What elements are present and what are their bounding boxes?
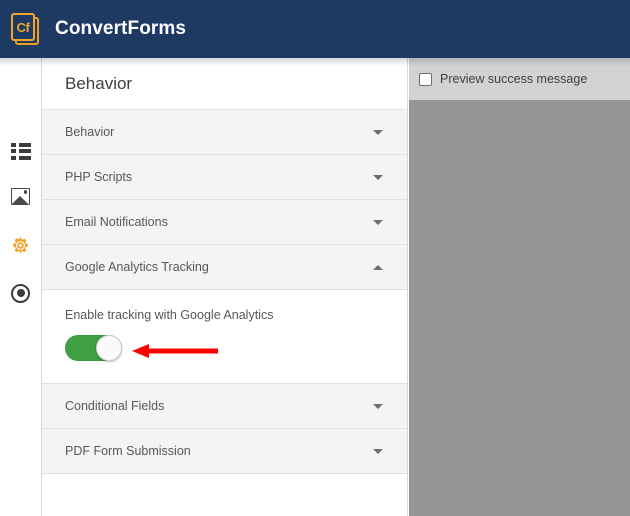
gear-icon bbox=[13, 236, 28, 254]
preview-pane: Preview success message bbox=[409, 58, 630, 516]
settings-panel: Behavior Behavior PHP Scripts Email Noti… bbox=[42, 58, 408, 516]
app-header: Cf ConvertForms bbox=[0, 0, 630, 58]
convertforms-logo-icon[interactable]: Cf bbox=[11, 13, 39, 45]
panel-footer-space bbox=[42, 474, 407, 514]
image-icon bbox=[11, 187, 30, 205]
preview-success-message-label: Preview success message bbox=[440, 72, 588, 86]
preview-success-message-checkbox[interactable] bbox=[419, 72, 432, 86]
accordion-header-pdf-form-submission[interactable]: PDF Form Submission bbox=[42, 429, 407, 474]
list-icon bbox=[10, 142, 31, 160]
accordion-header-google-analytics-tracking[interactable]: Google Analytics Tracking bbox=[42, 245, 407, 290]
accordion-header-conditional-fields[interactable]: Conditional Fields bbox=[42, 384, 407, 429]
chevron-down-icon[interactable] bbox=[373, 174, 383, 180]
enable-tracking-label: Enable tracking with Google Analytics bbox=[65, 308, 274, 322]
page-title: Behavior bbox=[42, 58, 407, 110]
accordion-label: Google Analytics Tracking bbox=[65, 260, 209, 274]
accordion-header-email-notifications[interactable]: Email Notifications bbox=[42, 200, 407, 245]
sidebar-rail bbox=[0, 58, 42, 516]
google-analytics-panel: Enable tracking with Google Analytics bbox=[42, 290, 407, 384]
sidebar-item-media[interactable] bbox=[0, 175, 41, 217]
record-icon bbox=[11, 283, 30, 303]
logo-square: Cf bbox=[11, 13, 35, 41]
accordion-label: Behavior bbox=[65, 125, 115, 139]
sidebar-item-forms[interactable] bbox=[0, 130, 41, 172]
sidebar-item-settings[interactable] bbox=[0, 224, 41, 266]
chevron-up-icon[interactable] bbox=[373, 264, 383, 270]
chevron-down-icon[interactable] bbox=[373, 219, 383, 225]
enable-tracking-toggle[interactable] bbox=[65, 335, 122, 361]
accordion-label: Email Notifications bbox=[65, 215, 168, 229]
chevron-down-icon[interactable] bbox=[373, 403, 383, 409]
chevron-down-icon[interactable] bbox=[373, 448, 383, 454]
accordion-header-php-scripts[interactable]: PHP Scripts bbox=[42, 155, 407, 200]
chevron-down-icon[interactable] bbox=[373, 129, 383, 135]
convertforms-app: Cf ConvertForms Behavior Behavior PHP Sc… bbox=[0, 0, 630, 516]
preview-toolbar: Preview success message bbox=[409, 58, 630, 100]
sidebar-item-campaigns[interactable] bbox=[0, 272, 41, 314]
toggle-knob bbox=[96, 335, 122, 361]
brand-title: ConvertForms bbox=[55, 18, 187, 39]
accordion-label: PDF Form Submission bbox=[65, 444, 191, 458]
logo-text: Cf bbox=[16, 19, 30, 35]
accordion-header-behavior[interactable]: Behavior bbox=[42, 110, 407, 155]
accordion-label: Conditional Fields bbox=[65, 399, 165, 413]
accordion-label: PHP Scripts bbox=[65, 170, 133, 184]
